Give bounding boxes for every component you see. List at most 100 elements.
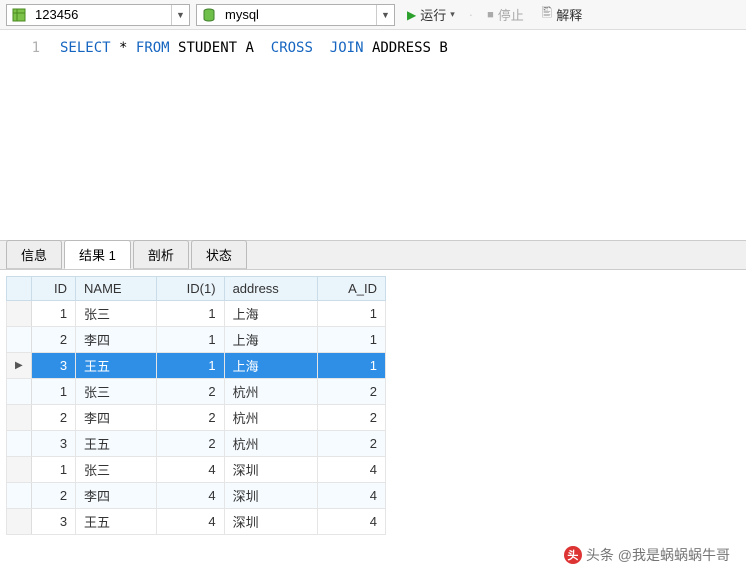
cell-name[interactable]: 王五 — [76, 431, 157, 457]
table-row[interactable]: 1张三2杭州2 — [7, 379, 386, 405]
cell-id[interactable]: 2 — [31, 483, 75, 509]
database-selector[interactable]: ▼ — [6, 4, 190, 26]
chevron-down-icon[interactable]: ▼ — [376, 5, 394, 25]
line-number: 1 — [0, 40, 40, 56]
run-button[interactable]: ▶ 运行 ▾ — [401, 4, 461, 26]
cell-name[interactable]: 李四 — [76, 405, 157, 431]
cell-aid[interactable]: 2 — [318, 379, 386, 405]
cell-id1[interactable]: 2 — [156, 431, 224, 457]
cell-aid[interactable]: 1 — [318, 327, 386, 353]
cell-id1[interactable]: 4 — [156, 483, 224, 509]
tab-status[interactable]: 状态 — [191, 240, 247, 269]
sql-star: * — [119, 40, 127, 56]
kw-cross: CROSS — [271, 40, 313, 56]
tab-result-1[interactable]: 结果 1 — [64, 240, 131, 269]
table-row[interactable]: 1张三1上海1 — [7, 301, 386, 327]
table-row[interactable]: 3王五2杭州2 — [7, 431, 386, 457]
play-icon: ▶ — [407, 8, 416, 22]
row-indicator — [7, 301, 32, 327]
cell-id[interactable]: 2 — [31, 405, 75, 431]
database-icon — [199, 5, 219, 25]
cell-aid[interactable]: 4 — [318, 509, 386, 535]
sql-tbl2: ADDRESS B — [372, 40, 448, 56]
watermark-text: 头条 @我是蜗蜗蜗牛哥 — [586, 545, 730, 565]
cell-aid[interactable]: 1 — [318, 301, 386, 327]
cell-name[interactable]: 张三 — [76, 379, 157, 405]
cell-id[interactable]: 3 — [31, 353, 75, 379]
explain-button[interactable]: 🖺 解释 — [536, 4, 588, 26]
cell-id1[interactable]: 1 — [156, 301, 224, 327]
cell-address[interactable]: 深圳 — [224, 483, 318, 509]
row-indicator — [7, 483, 32, 509]
cell-aid[interactable]: 2 — [318, 431, 386, 457]
sql-editor[interactable]: 1 SELECT * FROM STUDENT A CROSS JOIN ADD… — [0, 30, 746, 240]
cell-aid[interactable]: 1 — [318, 353, 386, 379]
watermark: 头 头条 @我是蜗蜗蜗牛哥 — [564, 545, 730, 565]
engine-input[interactable] — [221, 5, 376, 25]
cell-id[interactable]: 1 — [31, 301, 75, 327]
cell-name[interactable]: 张三 — [76, 301, 157, 327]
cell-address[interactable]: 深圳 — [224, 509, 318, 535]
sql-code[interactable]: SELECT * FROM STUDENT A CROSS JOIN ADDRE… — [50, 30, 448, 240]
cell-aid[interactable]: 4 — [318, 457, 386, 483]
cell-address[interactable]: 杭州 — [224, 405, 318, 431]
cell-id1[interactable]: 4 — [156, 509, 224, 535]
result-grid[interactable]: ID NAME ID(1) address A_ID 1张三1上海12李四1上海… — [6, 276, 386, 535]
table-row[interactable]: 3王五4深圳4 — [7, 509, 386, 535]
cell-name[interactable]: 王五 — [76, 509, 157, 535]
database-input[interactable] — [31, 5, 171, 25]
line-gutter: 1 — [0, 30, 50, 240]
toolbar: ▼ ▼ ▶ 运行 ▾ · ■ 停止 🖺 解释 — [0, 0, 746, 30]
cell-address[interactable]: 杭州 — [224, 431, 318, 457]
watermark-logo-icon: 头 — [564, 546, 582, 564]
stop-button: ■ 停止 — [481, 4, 530, 26]
kw-from: FROM — [136, 40, 170, 56]
cell-name[interactable]: 李四 — [76, 327, 157, 353]
col-address[interactable]: address — [224, 277, 318, 301]
col-name[interactable]: NAME — [76, 277, 157, 301]
table-row[interactable]: 2李四4深圳4 — [7, 483, 386, 509]
cell-address[interactable]: 深圳 — [224, 457, 318, 483]
cell-name[interactable]: 王五 — [76, 353, 157, 379]
cell-id[interactable]: 1 — [31, 379, 75, 405]
engine-selector[interactable]: ▼ — [196, 4, 395, 26]
stop-label: 停止 — [498, 5, 524, 24]
chevron-down-icon[interactable]: ▾ — [450, 9, 455, 20]
explain-icon: 🖺 — [542, 4, 552, 26]
table-row[interactable]: 2李四2杭州2 — [7, 405, 386, 431]
table-row[interactable]: 2李四1上海1 — [7, 327, 386, 353]
cell-name[interactable]: 李四 — [76, 483, 157, 509]
cell-aid[interactable]: 4 — [318, 483, 386, 509]
cell-id[interactable]: 3 — [31, 509, 75, 535]
tab-info[interactable]: 信息 — [6, 240, 62, 269]
cell-address[interactable]: 上海 — [224, 353, 318, 379]
row-indicator — [7, 405, 32, 431]
col-id[interactable]: ID — [31, 277, 75, 301]
sql-tbl1: STUDENT A — [178, 40, 254, 56]
kw-join: JOIN — [330, 40, 364, 56]
table-row[interactable]: ▶3王五1上海1 — [7, 353, 386, 379]
stop-icon: ■ — [487, 9, 494, 21]
cell-id[interactable]: 2 — [31, 327, 75, 353]
cell-name[interactable]: 张三 — [76, 457, 157, 483]
cell-id[interactable]: 1 — [31, 457, 75, 483]
cell-id[interactable]: 3 — [31, 431, 75, 457]
row-indicator — [7, 509, 32, 535]
cell-id1[interactable]: 1 — [156, 353, 224, 379]
col-id1[interactable]: ID(1) — [156, 277, 224, 301]
cell-address[interactable]: 杭州 — [224, 379, 318, 405]
cell-id1[interactable]: 4 — [156, 457, 224, 483]
separator: · — [467, 7, 475, 22]
cell-address[interactable]: 上海 — [224, 301, 318, 327]
chevron-down-icon[interactable]: ▼ — [171, 5, 189, 25]
cell-address[interactable]: 上海 — [224, 327, 318, 353]
cell-id1[interactable]: 1 — [156, 327, 224, 353]
col-aid[interactable]: A_ID — [318, 277, 386, 301]
cell-aid[interactable]: 2 — [318, 405, 386, 431]
table-row[interactable]: 1张三4深圳4 — [7, 457, 386, 483]
tab-profile[interactable]: 剖析 — [133, 240, 189, 269]
cell-id1[interactable]: 2 — [156, 405, 224, 431]
run-label: 运行 — [420, 5, 446, 24]
row-indicator — [7, 431, 32, 457]
cell-id1[interactable]: 2 — [156, 379, 224, 405]
